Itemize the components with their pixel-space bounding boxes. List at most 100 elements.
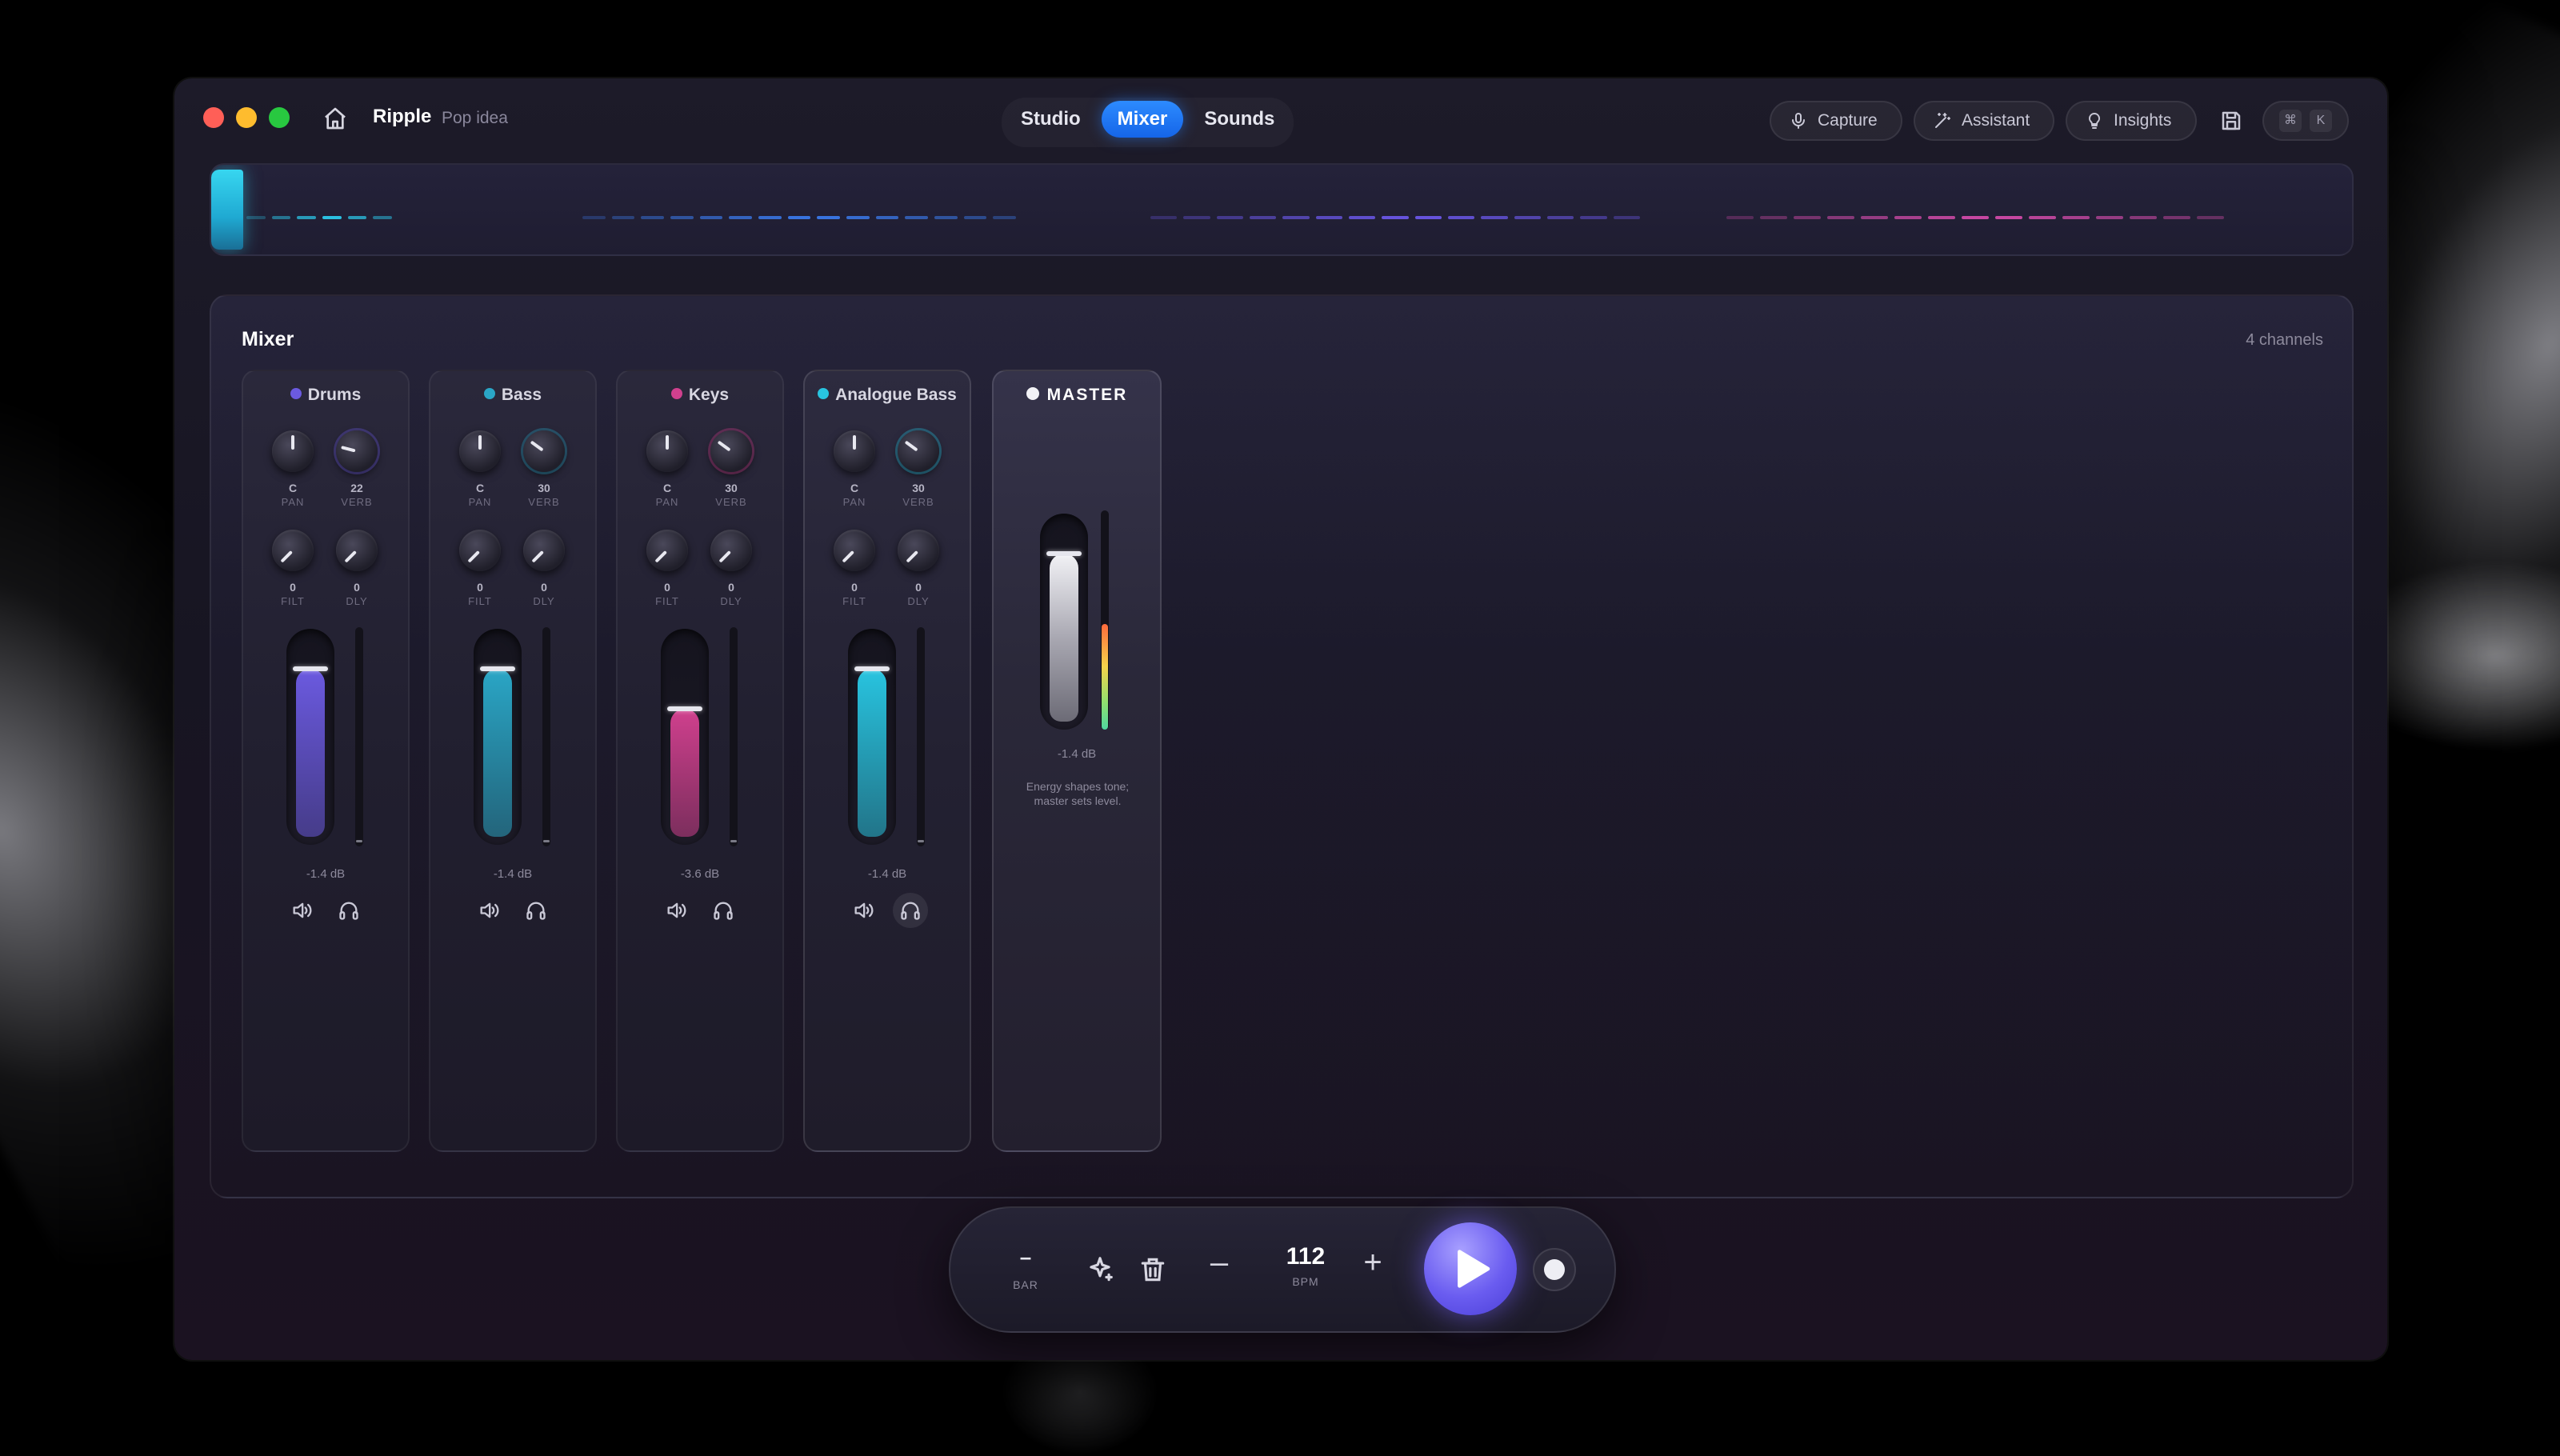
play-button[interactable] xyxy=(1424,1222,1517,1315)
mixer-panel: Mixer 4 channels Drums C 22 PAN VERB 0 0… xyxy=(210,294,2354,1198)
speaker-icon[interactable] xyxy=(851,899,875,922)
channel-strip-drums[interactable]: Drums C 22 PAN VERB 0 0 FILT DLY -1.4 dB xyxy=(242,370,410,1152)
pan-knob[interactable] xyxy=(646,430,688,472)
delay-knob[interactable] xyxy=(523,530,565,571)
capture-button[interactable]: Capture xyxy=(1770,101,1902,141)
master-fader-handle[interactable] xyxy=(1046,551,1082,556)
delay-knob[interactable] xyxy=(898,530,939,571)
tab-studio[interactable]: Studio xyxy=(1005,101,1097,138)
filter-knob[interactable] xyxy=(272,530,314,571)
delay-value: 0 xyxy=(541,581,547,594)
master-dot xyxy=(1026,387,1039,400)
channel-color-dot xyxy=(483,388,495,399)
tempo-decrease-button[interactable]: – xyxy=(1203,1245,1235,1281)
timeline-note-segment xyxy=(246,216,266,219)
timeline-note-segment xyxy=(1183,216,1210,219)
speaker-icon[interactable] xyxy=(290,899,314,922)
delay-knob[interactable] xyxy=(710,530,752,571)
filter-value: 0 xyxy=(477,581,483,594)
headphone-icon[interactable] xyxy=(524,899,548,922)
tempo-increase-button[interactable]: + xyxy=(1357,1245,1389,1281)
master-fader[interactable] xyxy=(1040,514,1088,730)
volume-fader-handle[interactable] xyxy=(667,706,702,711)
record-button[interactable] xyxy=(1533,1248,1576,1291)
timeline-note-segment xyxy=(934,216,958,219)
bar-length-value[interactable]: – xyxy=(1010,1245,1042,1270)
headphone-icon[interactable] xyxy=(337,899,361,922)
channel-count: 4 channels xyxy=(2246,331,2323,349)
channel-color-dot xyxy=(290,388,302,399)
home-icon[interactable] xyxy=(322,106,349,131)
playhead[interactable] xyxy=(211,170,243,250)
channel-strip-keys[interactable]: Keys C 30 PAN VERB 0 0 FILT DLY -3.6 dB xyxy=(616,370,784,1152)
filter-value: 0 xyxy=(290,581,296,594)
level-meter xyxy=(917,627,925,846)
reverb-knob[interactable] xyxy=(336,430,378,472)
pan-knob-indicator xyxy=(291,435,294,450)
reverb-value: 30 xyxy=(912,482,925,494)
volume-fader-handle[interactable] xyxy=(480,666,515,671)
volume-fader[interactable] xyxy=(848,629,896,845)
volume-fader-handle[interactable] xyxy=(293,666,328,671)
tempo-value[interactable]: 112 xyxy=(1274,1243,1338,1270)
timeline-note-segment xyxy=(373,216,392,219)
command-palette-shortcut[interactable]: ⌘ K xyxy=(2262,101,2349,141)
window-zoom-button[interactable] xyxy=(269,107,290,128)
master-note: Energy shapes tone; master sets level. xyxy=(1026,780,1130,807)
volume-fader-handle[interactable] xyxy=(854,666,890,671)
master-db: -1.4 dB xyxy=(1057,747,1097,761)
delay-knob-indicator xyxy=(718,550,731,563)
master-strip: MASTER -1.4 dB Energy shapes tone; maste… xyxy=(992,370,1162,1152)
volume-fader[interactable] xyxy=(286,629,334,845)
speaker-icon[interactable] xyxy=(664,899,688,922)
assistant-button[interactable]: Assistant xyxy=(1914,101,2054,141)
filter-knob[interactable] xyxy=(834,530,875,571)
save-icon[interactable] xyxy=(2219,109,2243,133)
pan-knob[interactable] xyxy=(272,430,314,472)
master-name: MASTER xyxy=(994,386,1160,405)
pan-label: PAN xyxy=(281,496,305,508)
delay-value: 0 xyxy=(728,581,734,594)
channel-strip-analogue-bass[interactable]: Analogue Bass C 30 PAN VERB 0 0 FILT DLY… xyxy=(803,370,971,1152)
headphone-icon[interactable] xyxy=(898,899,922,922)
volume-fader[interactable] xyxy=(474,629,522,845)
pan-knob[interactable] xyxy=(459,430,501,472)
pan-knob[interactable] xyxy=(834,430,875,472)
timeline-note-segment xyxy=(1760,216,1787,219)
delay-knob[interactable] xyxy=(336,530,378,571)
reverb-knob[interactable] xyxy=(523,430,565,472)
delay-knob-indicator xyxy=(344,550,357,563)
timeline-note-segment xyxy=(729,216,752,219)
timeline-note-segment xyxy=(1448,216,1475,219)
reverb-knob[interactable] xyxy=(710,430,752,472)
filter-knob-indicator xyxy=(280,550,293,563)
reverb-knob[interactable] xyxy=(898,430,939,472)
filter-knob[interactable] xyxy=(646,530,688,571)
pan-label: PAN xyxy=(842,496,866,508)
timeline-note-segment xyxy=(787,216,811,219)
pan-value: C xyxy=(850,482,859,494)
speaker-icon[interactable] xyxy=(477,899,501,922)
trash-icon[interactable] xyxy=(1138,1254,1168,1285)
app-name: Ripple xyxy=(373,106,432,127)
timeline-note-segment xyxy=(2062,216,2090,219)
volume-fader-fill xyxy=(483,669,512,837)
command-key: ⌘ xyxy=(2279,110,2302,132)
filter-label: FILT xyxy=(468,595,492,607)
tab-mixer[interactable]: Mixer xyxy=(1101,101,1184,138)
timeline-note-segment xyxy=(817,216,840,219)
sparkle-icon[interactable] xyxy=(1085,1254,1115,1285)
master-meter-fill xyxy=(1102,624,1108,730)
insights-button[interactable]: Insights xyxy=(2066,101,2197,141)
arrangement-overview[interactable] xyxy=(210,163,2354,256)
volume-fader[interactable] xyxy=(661,629,709,845)
filter-knob[interactable] xyxy=(459,530,501,571)
window-close-button[interactable] xyxy=(203,107,224,128)
reverb-label: VERB xyxy=(341,496,373,508)
window-minimize-button[interactable] xyxy=(236,107,257,128)
tab-sounds[interactable]: Sounds xyxy=(1188,101,1290,138)
channel-strip-bass[interactable]: Bass C 30 PAN VERB 0 0 FILT DLY -1.4 dB xyxy=(429,370,597,1152)
reverb-knob-indicator xyxy=(341,446,356,453)
headphone-icon[interactable] xyxy=(711,899,735,922)
project-name: Pop idea xyxy=(442,109,508,127)
